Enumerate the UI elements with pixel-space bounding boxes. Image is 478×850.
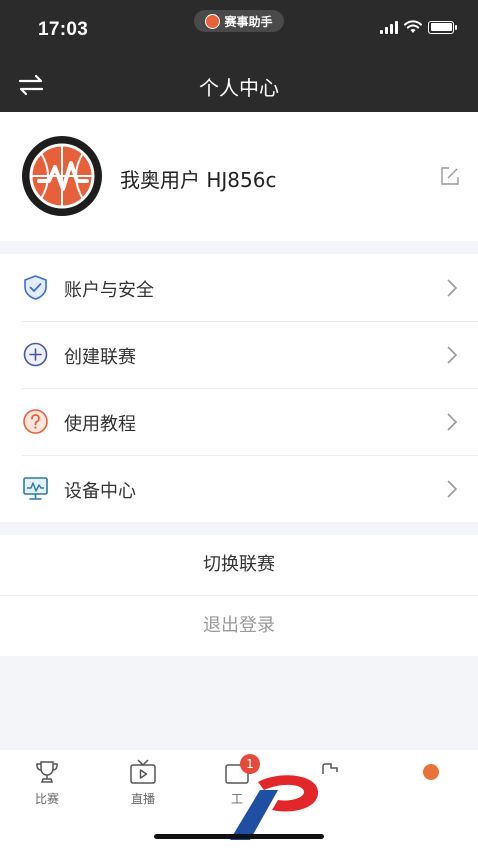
tv-play-icon (130, 759, 156, 784)
tab-live[interactable]: 直播 (108, 758, 178, 807)
trophy-icon (36, 761, 58, 783)
profile-card[interactable]: 我奥用户 HJ856c (0, 112, 478, 241)
wifi-icon (404, 20, 422, 33)
tab-label: 直播 (130, 792, 155, 806)
menu-list: 账户与安全 创建联赛 使用教程 设备中心 (0, 254, 478, 522)
menu-item-label: 设备中心 (64, 481, 136, 502)
profile-tab-icon (423, 764, 439, 780)
basketball-logo-icon (29, 143, 95, 209)
battery-icon (428, 20, 457, 34)
battery-fill (430, 23, 452, 31)
chevron-right-icon (447, 346, 458, 364)
tab-icon-4 (322, 763, 338, 774)
monitor-icon (23, 477, 48, 500)
chevron-right-icon (447, 279, 458, 297)
app-logo-icon (205, 13, 221, 29)
plus-circle-icon (23, 342, 48, 367)
app-pill-label: 赛事助手 (224, 14, 273, 29)
action-card: 切换联赛 退出登录 (0, 535, 478, 656)
switch-league-button[interactable]: 切换联赛 (0, 535, 478, 595)
menu-item-create-league[interactable]: 创建联赛 (0, 321, 478, 388)
username: 我奥用户 HJ856c (120, 168, 277, 192)
menu-item-account-security[interactable]: 账户与安全 (0, 254, 478, 321)
notification-badge: 1 (240, 754, 260, 774)
menu-item-label: 账户与安全 (64, 280, 154, 301)
cellular-signal-icon (380, 20, 398, 34)
chevron-right-icon (447, 480, 458, 498)
menu-item-tutorial[interactable]: 使用教程 (0, 388, 478, 455)
status-time: 17:03 (38, 19, 89, 40)
tab-matches[interactable]: 比赛 (12, 758, 82, 807)
menu-item-label: 使用教程 (64, 414, 136, 435)
shield-check-icon (24, 275, 47, 300)
home-indicator (154, 834, 324, 839)
logout-button[interactable]: 退出登录 (0, 596, 478, 656)
chevron-right-icon (447, 413, 458, 431)
avatar[interactable] (22, 136, 102, 216)
nav-bar: 个人中心 (0, 58, 478, 112)
tab-label: 比赛 (34, 792, 59, 806)
app-return-pill[interactable]: 赛事助手 (194, 10, 284, 32)
watermark-logo (230, 775, 319, 840)
status-icons (380, 20, 457, 34)
menu-item-label: 创建联赛 (64, 347, 136, 368)
status-bar: 17:03 赛事助手 (0, 0, 478, 58)
question-circle-icon (23, 409, 48, 434)
menu-item-device-center[interactable]: 设备中心 (0, 455, 478, 522)
tab-profile[interactable] (396, 758, 466, 790)
edit-icon[interactable] (440, 166, 460, 186)
page-title: 个人中心 (199, 76, 279, 100)
